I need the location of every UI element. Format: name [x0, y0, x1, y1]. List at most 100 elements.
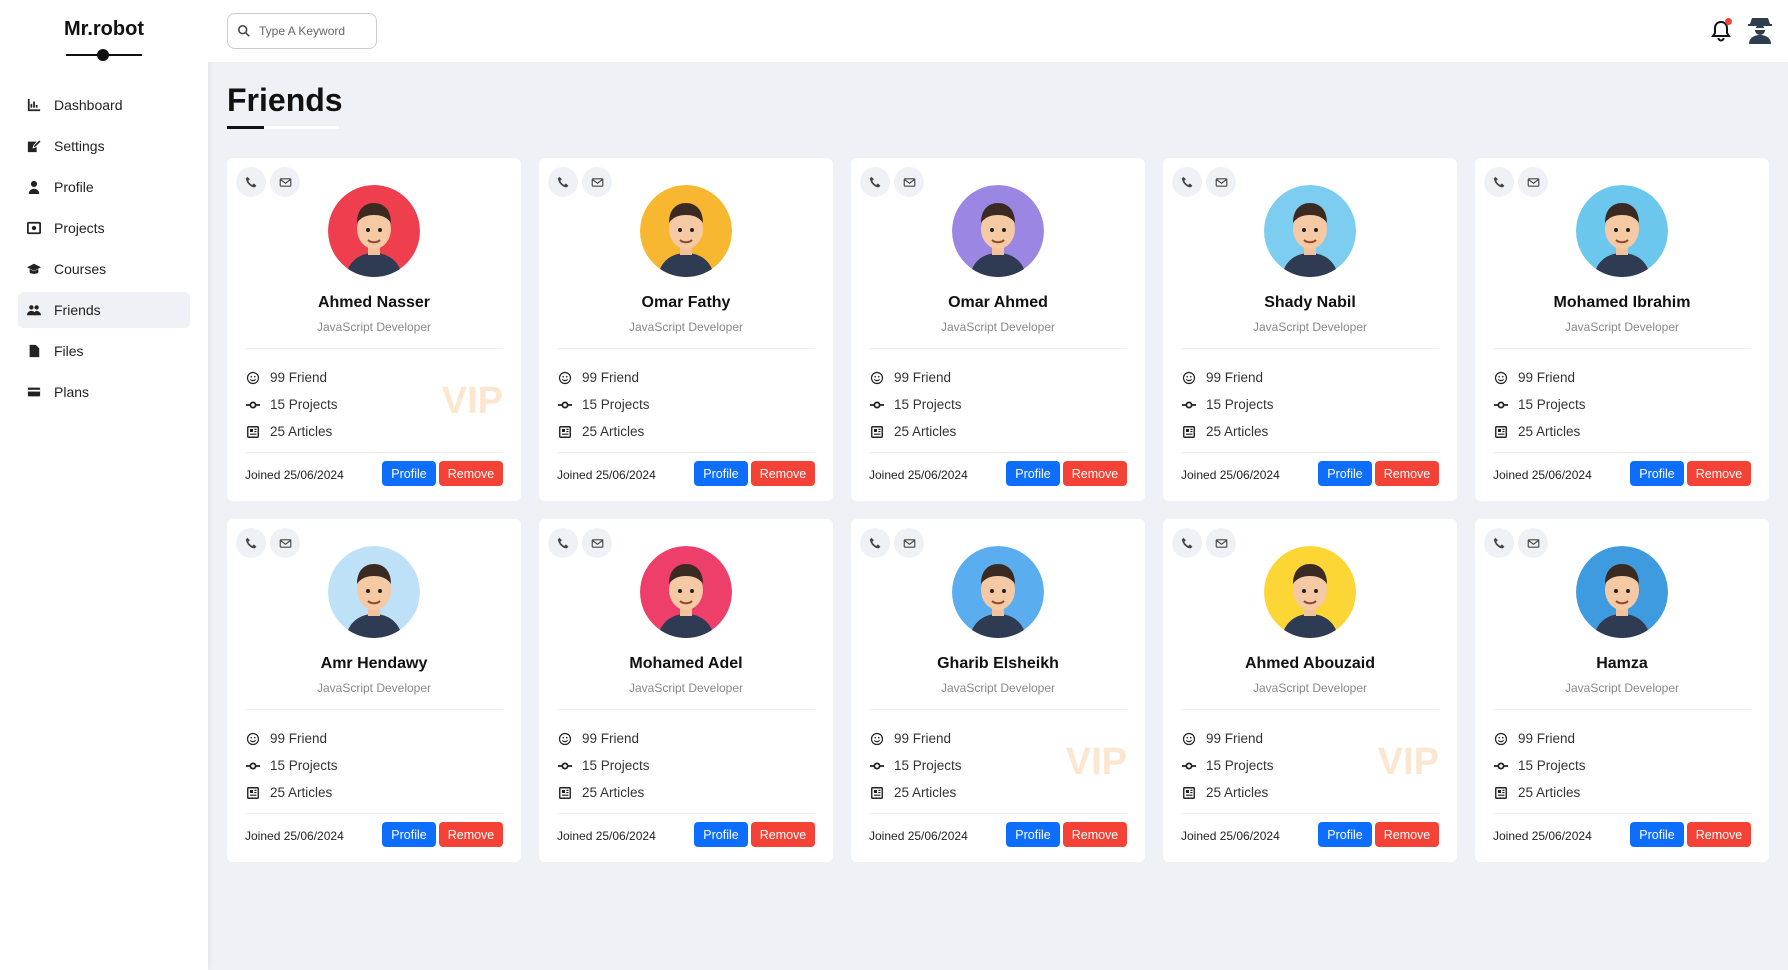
stat-projects-text: 15 Projects: [1518, 758, 1586, 773]
friend-avatar: [952, 546, 1044, 638]
stat-projects-text: 15 Projects: [1206, 758, 1274, 773]
friend-avatar: [1576, 546, 1668, 638]
notification-bell-icon[interactable]: [1710, 18, 1732, 42]
remove-button[interactable]: Remove: [1063, 461, 1127, 486]
friend-role: JavaScript Developer: [316, 320, 432, 334]
stat-friends-text: 99 Friend: [894, 731, 952, 746]
profile-button[interactable]: Profile: [694, 822, 748, 847]
profile-button[interactable]: Profile: [1630, 461, 1684, 486]
newspaper-icon: [1493, 785, 1509, 801]
divider: [1181, 452, 1439, 453]
stat-projects: 15 Projects: [869, 752, 962, 779]
friend-name: Hamza: [1596, 655, 1648, 672]
mail-icon[interactable]: [1518, 528, 1548, 558]
friend-role: JavaScript Developer: [628, 681, 744, 695]
mail-icon[interactable]: [894, 528, 924, 558]
divider: [1493, 813, 1751, 814]
friend-card: Hamza JavaScript Developer 99 Friend 15 …: [1475, 519, 1769, 862]
stat-friends-text: 99 Friend: [270, 370, 328, 385]
phone-icon[interactable]: [1484, 528, 1514, 558]
mail-icon[interactable]: [270, 528, 300, 558]
phone-icon[interactable]: [1172, 528, 1202, 558]
remove-button[interactable]: Remove: [1063, 822, 1127, 847]
remove-button[interactable]: Remove: [1375, 822, 1439, 847]
stat-projects: 15 Projects: [1493, 391, 1586, 418]
brand: Mr.robot: [0, 0, 208, 61]
remove-button[interactable]: Remove: [751, 461, 815, 486]
remove-button[interactable]: Remove: [1687, 461, 1751, 486]
sidebar-item-label: Plans: [54, 384, 90, 400]
friend-stats: 99 Friend 15 Projects 25 Articles: [869, 725, 962, 806]
commit-icon: [1181, 758, 1197, 774]
remove-button[interactable]: Remove: [1687, 822, 1751, 847]
sidebar-item-plans[interactable]: Plans: [18, 374, 190, 410]
user-avatar[interactable]: [1747, 16, 1773, 44]
friend-role: JavaScript Developer: [1564, 681, 1680, 695]
sidebar-item-profile[interactable]: Profile: [18, 169, 190, 205]
divider: [1493, 709, 1751, 710]
phone-icon[interactable]: [1172, 167, 1202, 197]
stat-articles: 25 Articles: [1181, 779, 1274, 806]
phone-icon[interactable]: [236, 167, 266, 197]
friend-role: JavaScript Developer: [940, 681, 1056, 695]
phone-icon[interactable]: [548, 167, 578, 197]
phone-icon[interactable]: [860, 528, 890, 558]
mail-icon[interactable]: [1206, 167, 1236, 197]
mail-icon[interactable]: [582, 167, 612, 197]
contact-buttons: [1484, 528, 1548, 558]
profile-button[interactable]: Profile: [1630, 822, 1684, 847]
divider: [869, 348, 1127, 349]
sidebar-item-settings[interactable]: Settings: [18, 128, 190, 164]
mail-icon[interactable]: [1518, 167, 1548, 197]
divider: [245, 709, 503, 710]
joined-date: Joined 25/06/2024: [557, 829, 656, 843]
divider: [869, 709, 1127, 710]
joined-date: Joined 25/06/2024: [1493, 829, 1592, 843]
mail-icon[interactable]: [582, 528, 612, 558]
sidebar-item-projects[interactable]: Projects: [18, 210, 190, 246]
remove-button[interactable]: Remove: [751, 822, 815, 847]
mail-icon[interactable]: [1206, 528, 1236, 558]
friend-stats: 99 Friend 15 Projects 25 Articles: [557, 364, 650, 445]
divider: [869, 813, 1127, 814]
sidebar-item-files[interactable]: Files: [18, 333, 190, 369]
friend-avatar: [1576, 185, 1668, 277]
remove-button[interactable]: Remove: [1375, 461, 1439, 486]
stat-articles: 25 Articles: [869, 418, 962, 445]
search-box[interactable]: [227, 13, 379, 49]
profile-button[interactable]: Profile: [1006, 822, 1060, 847]
sidebar-item-label: Friends: [54, 302, 101, 318]
profile-button[interactable]: Profile: [1006, 461, 1060, 486]
contact-buttons: [548, 528, 612, 558]
user-icon: [26, 179, 42, 195]
profile-button[interactable]: Profile: [694, 461, 748, 486]
friend-name: Mohamed Adel: [629, 655, 743, 672]
sidebar-item-friends[interactable]: Friends: [18, 292, 190, 328]
sidebar-item-courses[interactable]: Courses: [18, 251, 190, 287]
sidebar-item-dashboard[interactable]: Dashboard: [18, 87, 190, 123]
commit-icon: [557, 758, 573, 774]
profile-button[interactable]: Profile: [382, 822, 436, 847]
profile-button[interactable]: Profile: [1318, 822, 1372, 847]
remove-button[interactable]: Remove: [439, 822, 503, 847]
card-actions: Profile Remove: [694, 822, 815, 847]
divider: [557, 348, 815, 349]
phone-icon[interactable]: [548, 528, 578, 558]
smile-icon: [869, 370, 885, 386]
vip-badge: VIP: [1065, 741, 1127, 783]
friend-name: Shady Nabil: [1264, 294, 1356, 311]
friend-stats: 99 Friend 15 Projects 25 Articles: [869, 364, 962, 445]
phone-icon[interactable]: [1484, 167, 1514, 197]
mail-icon[interactable]: [894, 167, 924, 197]
profile-button[interactable]: Profile: [1318, 461, 1372, 486]
stat-friends: 99 Friend: [557, 725, 650, 752]
phone-icon[interactable]: [860, 167, 890, 197]
phone-icon[interactable]: [236, 528, 266, 558]
profile-button[interactable]: Profile: [382, 461, 436, 486]
mail-icon[interactable]: [270, 167, 300, 197]
remove-button[interactable]: Remove: [439, 461, 503, 486]
stat-projects-text: 15 Projects: [1518, 397, 1586, 412]
stat-projects: 15 Projects: [1181, 391, 1274, 418]
joined-date: Joined 25/06/2024: [557, 468, 656, 482]
search-input[interactable]: [257, 23, 379, 39]
